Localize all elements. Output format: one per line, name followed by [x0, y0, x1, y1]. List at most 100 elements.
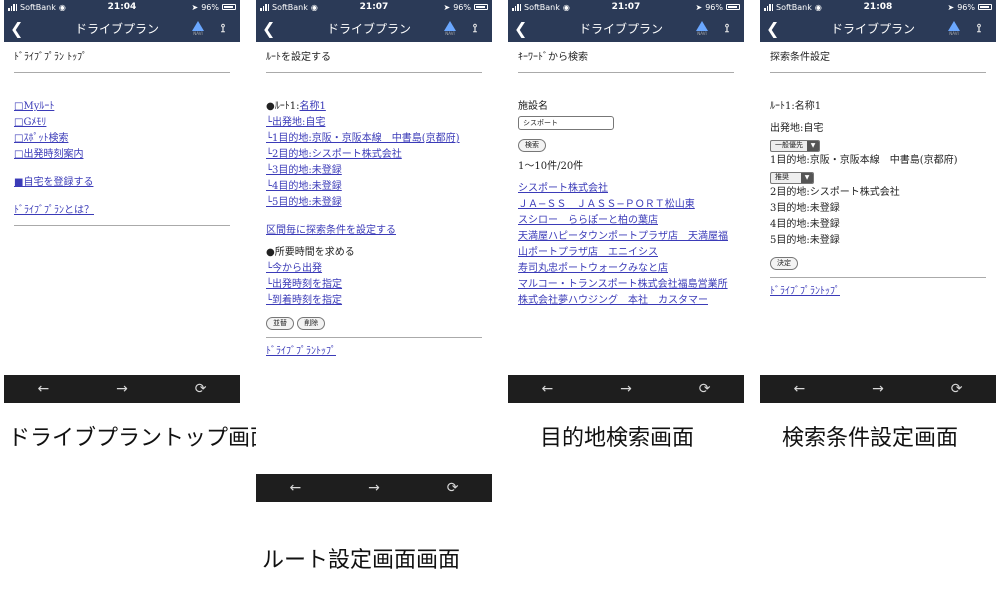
carrier-label: SoftBank — [524, 2, 560, 12]
back-arrow-icon[interactable]: ← — [779, 381, 819, 397]
status-time: 21:08 — [863, 2, 893, 12]
location-icon: ➤ — [695, 2, 703, 12]
link-spot-search[interactable]: □ｽﾎﾟｯﾄ検索 — [14, 131, 230, 147]
reorder-button[interactable]: 並替 — [266, 317, 294, 331]
back-chevron-icon[interactable]: ❮ — [766, 19, 788, 38]
link-my-route[interactable]: □Myﾙｰﾄ — [14, 99, 230, 115]
destination-label: 4目的地:未登録 — [770, 219, 840, 230]
battery-percent: 96% — [957, 2, 975, 12]
carrier-label: SoftBank — [20, 2, 56, 12]
link-departure-time[interactable]: □出発時刻案内 — [14, 147, 230, 163]
link-g-memory[interactable]: □Gﾒﾓﾘ — [14, 115, 230, 131]
link-depart-now[interactable]: └今から出発 — [266, 261, 482, 277]
status-bar: SoftBank ◉ 21:07 ➤ 96% — [508, 0, 744, 14]
route-label: ﾙｰﾄ1:名称1 — [770, 101, 822, 112]
status-bar: SoftBank ◉ 21:07 ➤ 96% — [256, 0, 492, 14]
page-title: ｷｰﾜｰﾄﾞから検索 — [518, 50, 734, 73]
link-destination-2[interactable]: └2目的地:シスポート株式会社 — [266, 147, 482, 163]
back-arrow-icon[interactable]: ← — [275, 480, 315, 496]
decide-button[interactable]: 決定 — [770, 257, 798, 271]
forward-arrow-icon[interactable]: → — [102, 381, 142, 397]
forward-arrow-icon[interactable]: → — [858, 381, 898, 397]
nav-bar: ❮ ドライブプラン NAVI ⟟ — [508, 14, 744, 42]
phone-screen-search-conditions: SoftBank ◉ 21:08 ➤ 96% ❮ ドライブプラン NAVI ⟟ 探索… — [760, 0, 996, 403]
delete-button[interactable]: 削除 — [297, 317, 326, 331]
result-item[interactable]: マルコー・トランスポート株式会社福島営業所 — [518, 277, 734, 293]
field-label: 施設名 — [518, 101, 548, 112]
result-item[interactable]: 天満屋ハピータウンポートプラザ店 天満屋福山ポートプラザ店 エニイシス — [518, 229, 734, 261]
back-chevron-icon[interactable]: ❮ — [10, 19, 32, 38]
result-item[interactable]: 株式会社夢ハウジング 本社 カスタマー — [518, 293, 734, 309]
back-arrow-icon[interactable]: ← — [527, 381, 567, 397]
result-item[interactable]: シスポート株式会社 — [518, 181, 734, 197]
result-count: 1〜10件/20件 — [518, 161, 584, 172]
reload-icon[interactable]: ⟳ — [937, 381, 977, 397]
link-section-conditions[interactable]: 区間毎に探索条件を設定する — [266, 223, 482, 239]
result-item[interactable]: ＪＡ−ＳＳ ＪＡＳＳ−ＰＯＲＴ松山東 — [518, 197, 734, 213]
link-arrive-time[interactable]: └到着時刻を指定 — [266, 293, 482, 309]
link-about-drive-plan[interactable]: ﾄﾞﾗｲﾌﾞﾌﾟﾗﾝとは？ — [14, 203, 230, 219]
back-arrow-icon[interactable]: ← — [23, 381, 63, 397]
route-priority-select-2[interactable]: 推奨 ▼ — [770, 171, 814, 184]
battery-percent: 96% — [705, 2, 723, 12]
phone-screen-drive-plan-top: SoftBank ◉ 21:04 ➤ 96% ❮ ドライブプラン NAVI ⟟ ﾄﾞ… — [4, 0, 240, 403]
navi-button[interactable]: NAVI — [436, 20, 464, 36]
navi-button[interactable]: NAVI — [940, 20, 968, 36]
location-icon: ➤ — [443, 2, 451, 12]
nav-title: ドライブプラン — [326, 21, 411, 36]
navi-arrow-icon — [444, 20, 456, 31]
result-item[interactable]: 寿司丸忠ポートウォークみなと店 — [518, 261, 734, 277]
map-icon[interactable]: ⟟ — [464, 21, 486, 36]
navi-button[interactable]: NAVI — [688, 20, 716, 36]
link-route-name[interactable]: 名称1 — [299, 101, 325, 112]
browser-toolbar: ← → ⟳ — [508, 375, 744, 403]
link-destination-4[interactable]: └4目的地:未登録 — [266, 179, 482, 195]
reload-icon[interactable]: ⟳ — [433, 480, 473, 496]
reload-icon[interactable]: ⟳ — [685, 381, 725, 397]
result-item[interactable]: スシロー ららぽーと柏の葉店 — [518, 213, 734, 229]
forward-arrow-icon[interactable]: → — [354, 480, 394, 496]
origin-label: 出発地:自宅 — [770, 123, 824, 134]
forward-arrow-icon[interactable]: → — [606, 381, 646, 397]
link-destination-1[interactable]: └1目的地:京阪・京阪本線 中書島(京都府) — [266, 131, 482, 147]
navi-button[interactable]: NAVI — [184, 20, 212, 36]
nav-title: ドライブプラン — [578, 21, 663, 36]
carrier-label: SoftBank — [272, 2, 308, 12]
nav-title: ドライブプラン — [830, 21, 915, 36]
facility-name-input[interactable]: シスポート — [518, 116, 614, 130]
caption-search-conditions: 検索条件設定画面 — [782, 426, 959, 451]
map-icon[interactable]: ⟟ — [212, 21, 234, 36]
map-icon[interactable]: ⟟ — [716, 21, 738, 36]
link-drive-plan-top[interactable]: ﾄﾞﾗｲﾌﾞﾌﾟﾗﾝﾄｯﾌﾟ — [266, 344, 482, 360]
reload-icon[interactable]: ⟳ — [181, 381, 221, 397]
back-chevron-icon[interactable]: ❮ — [514, 19, 536, 38]
page-title: 探索条件設定 — [770, 50, 986, 73]
back-chevron-icon[interactable]: ❮ — [262, 19, 284, 38]
location-icon: ➤ — [191, 2, 199, 12]
location-icon: ➤ — [947, 2, 955, 12]
caption-destination-search: 目的地検索画面 — [540, 426, 695, 451]
link-destination-5[interactable]: └5目的地:未登録 — [266, 195, 482, 211]
battery-icon — [474, 4, 488, 10]
map-icon[interactable]: ⟟ — [968, 21, 990, 36]
nav-bar: ❮ ドライブプラン NAVI ⟟ — [4, 14, 240, 42]
dropdown-arrow-icon: ▼ — [807, 140, 819, 151]
wifi-icon: ◉ — [562, 2, 570, 12]
link-register-home[interactable]: ■自宅を登録する — [14, 175, 230, 191]
battery-icon — [222, 4, 236, 10]
link-origin[interactable]: └出発地:自宅 — [266, 115, 482, 131]
destination-label: 5目的地:未登録 — [770, 235, 840, 246]
destination-label: 2目的地:シスポート株式会社 — [770, 187, 900, 198]
status-bar: SoftBank ◉ 21:08 ➤ 96% — [760, 0, 996, 14]
link-depart-time[interactable]: └出発時刻を指定 — [266, 277, 482, 293]
route-priority-select-1[interactable]: 一般優先 ▼ — [770, 139, 820, 152]
link-drive-plan-top[interactable]: ﾄﾞﾗｲﾌﾞﾌﾟﾗﾝﾄｯﾌﾟ — [770, 284, 986, 300]
signal-icon — [8, 3, 17, 11]
navi-arrow-icon — [948, 20, 960, 31]
browser-toolbar: ← → ⟳ — [256, 474, 492, 502]
wifi-icon: ◉ — [310, 2, 318, 12]
battery-icon — [978, 4, 992, 10]
search-button[interactable]: 検索 — [518, 139, 546, 153]
phone-screen-destination-search: SoftBank ◉ 21:07 ➤ 96% ❮ ドライブプラン NAVI ⟟ ｷｰ… — [508, 0, 744, 403]
link-destination-3[interactable]: └3目的地:未登録 — [266, 163, 482, 179]
